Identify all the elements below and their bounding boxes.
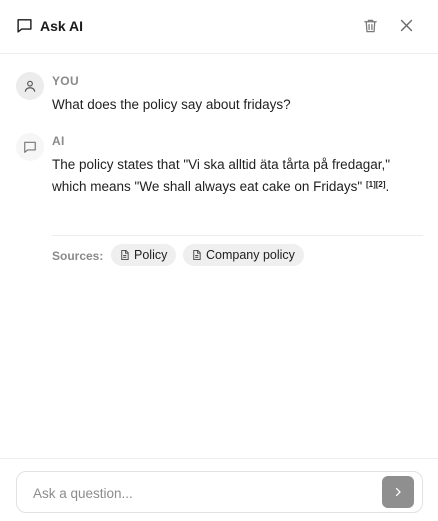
- ai-message-end: .: [385, 179, 390, 194]
- user-avatar: [16, 72, 44, 100]
- panel-title: Ask AI: [40, 18, 84, 34]
- trash-icon[interactable]: [362, 17, 379, 35]
- send-button[interactable]: [382, 476, 414, 508]
- source-chip-policy[interactable]: Policy: [111, 244, 177, 266]
- message-role-ai: AI: [52, 134, 65, 148]
- source-chip-company-policy[interactable]: Company policy: [183, 244, 304, 266]
- panel-header: Ask AI: [0, 0, 438, 54]
- user-message-text: What does the policy say about fridays?: [52, 97, 291, 112]
- ai-message-body: The policy states that "Vi ska alltid ät…: [52, 157, 391, 194]
- question-input[interactable]: [33, 483, 373, 503]
- citation-markers[interactable]: [1][2]: [366, 180, 386, 189]
- sources-divider: [52, 235, 423, 236]
- sources-label: Sources:: [52, 249, 104, 263]
- chat-bubble-icon: [17, 19, 32, 33]
- ai-message-text: The policy states that "Vi ska alltid ät…: [52, 154, 422, 198]
- source-chip-label: Policy: [134, 248, 168, 262]
- close-icon[interactable]: [398, 17, 415, 34]
- chat-bubble-icon: [24, 141, 36, 153]
- chevron-right-icon: [395, 487, 401, 497]
- ai-avatar: [16, 133, 44, 161]
- document-icon: [121, 249, 129, 261]
- message-role-user: YOU: [52, 74, 79, 88]
- document-icon: [193, 249, 201, 261]
- user-icon: [24, 80, 36, 92]
- question-input-box: [16, 471, 423, 513]
- source-chip-label: Company policy: [206, 248, 295, 262]
